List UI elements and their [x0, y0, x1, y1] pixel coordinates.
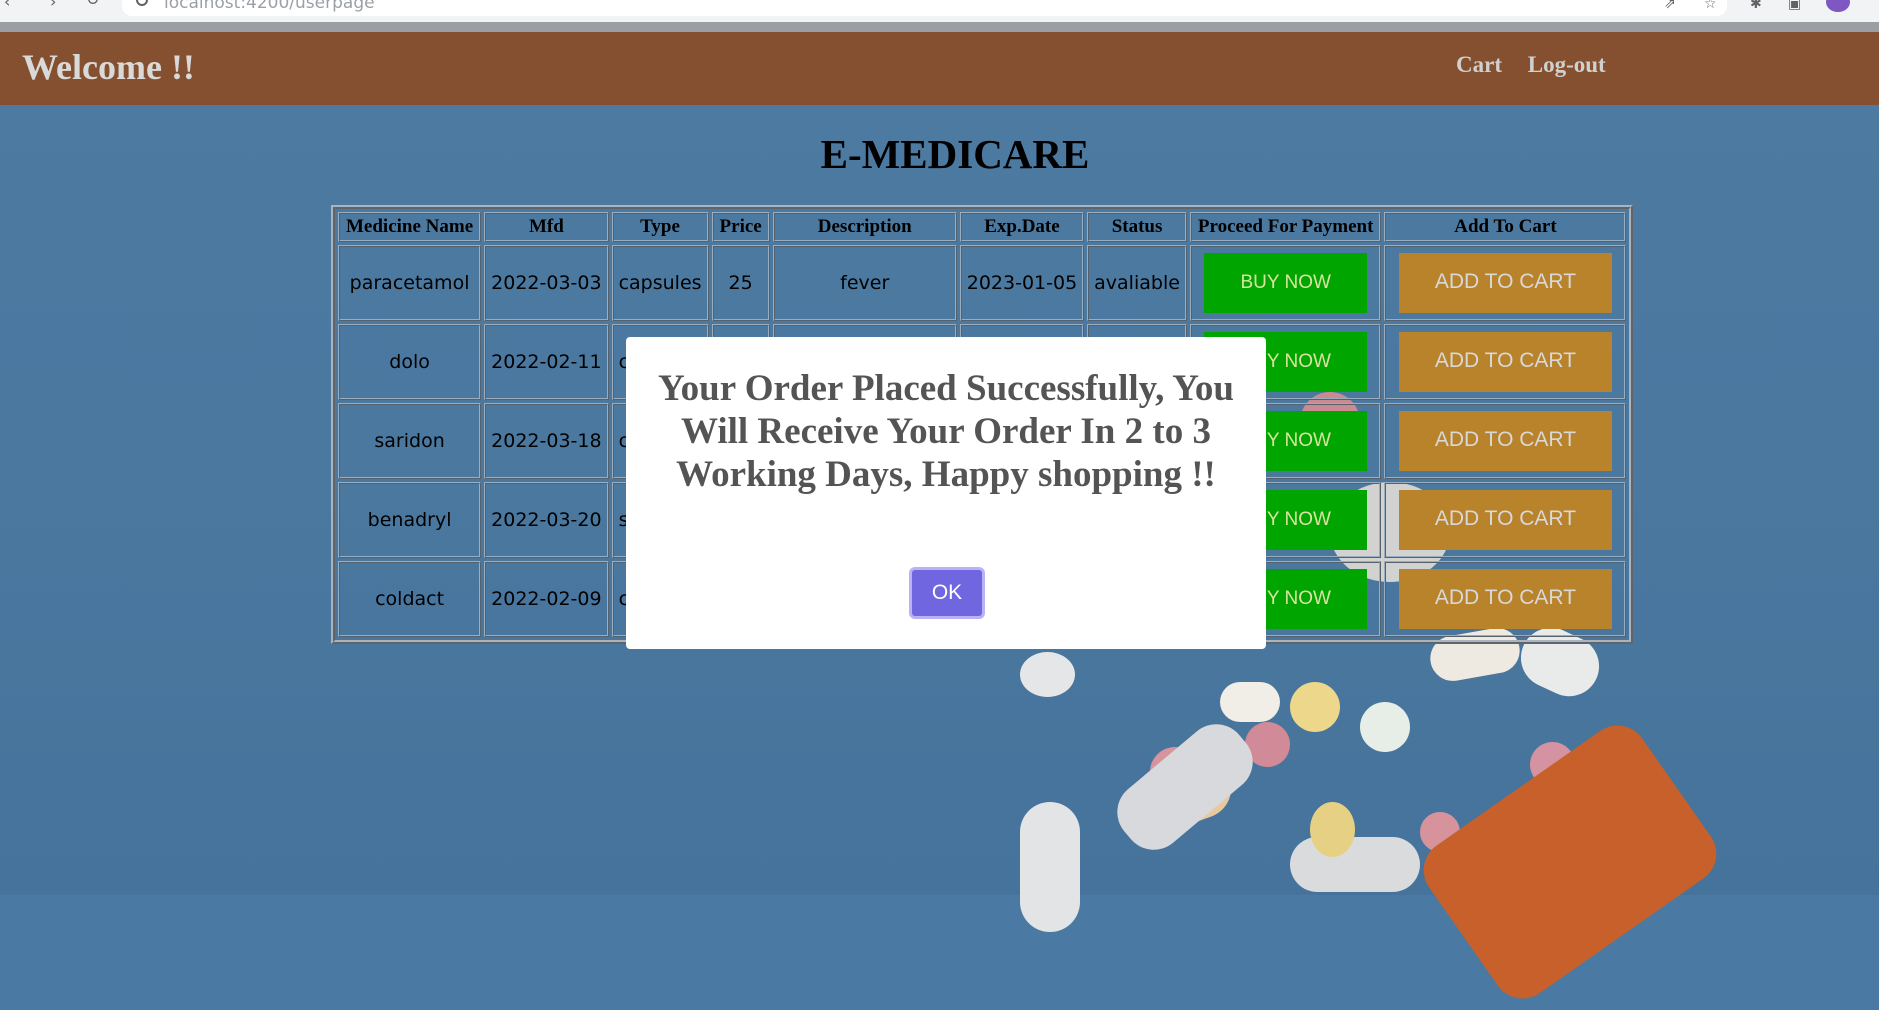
reload-icon[interactable]: ↻	[86, 0, 99, 8]
cell-mfd: 2022-03-18	[484, 403, 609, 479]
cell-name: dolo	[338, 324, 482, 400]
browser-divider	[0, 22, 1879, 32]
table-row: paracetamol 2022-03-03 capsules 25 fever…	[338, 245, 1627, 321]
top-nav-bar: Welcome !! Cart Log-out	[0, 32, 1879, 105]
add-to-cart-button[interactable]: ADD TO CART	[1398, 490, 1612, 550]
table-header-row: Medicine Name Mfd Type Price Description…	[338, 212, 1627, 242]
cell-mfd: 2022-03-20	[484, 482, 609, 558]
back-icon[interactable]: ‹	[4, 0, 10, 10]
cart-link[interactable]: Cart	[1456, 52, 1502, 77]
forward-icon[interactable]: ›	[50, 0, 56, 10]
cell-add: ADD TO CART	[1384, 245, 1627, 321]
cell-exp-date: 2023-01-05	[959, 245, 1085, 321]
cell-type: capsules	[611, 245, 709, 321]
header-mfd: Mfd	[484, 212, 609, 242]
cell-mfd: 2022-02-11	[484, 324, 609, 400]
header-status: Status	[1087, 212, 1187, 242]
header-price: Price	[711, 212, 770, 242]
cell-add: ADD TO CART	[1384, 561, 1627, 637]
cell-add: ADD TO CART	[1384, 403, 1627, 479]
add-to-cart-button[interactable]: ADD TO CART	[1398, 332, 1612, 392]
cell-name: paracetamol	[338, 245, 482, 321]
header-description: Description	[772, 212, 957, 242]
add-to-cart-button[interactable]: ADD TO CART	[1398, 569, 1612, 629]
site-info-icon[interactable]	[136, 0, 148, 6]
order-success-dialog: Your Order Placed Successfully, You Will…	[626, 337, 1266, 649]
cell-mfd: 2022-03-03	[484, 245, 609, 321]
bookmark-star-icon[interactable]: ☆	[1704, 0, 1717, 12]
profile-avatar[interactable]	[1826, 0, 1850, 12]
extensions-icon[interactable]: ✱	[1750, 0, 1762, 12]
cell-name: saridon	[338, 403, 482, 479]
cell-description: fever	[772, 245, 957, 321]
cell-status: avaliable	[1087, 245, 1187, 321]
side-panel-icon[interactable]: ▣	[1788, 0, 1801, 12]
address-bar[interactable]: localhost:4200/userpage ⇗ ☆	[122, 0, 1727, 16]
header-type: Type	[611, 212, 709, 242]
add-to-cart-button[interactable]: ADD TO CART	[1398, 253, 1612, 313]
share-icon[interactable]: ⇗	[1664, 0, 1676, 12]
page-title: E-MEDICARE	[820, 131, 1090, 177]
welcome-text: Welcome !!	[22, 47, 195, 87]
cell-name: coldact	[338, 561, 482, 637]
cell-mfd: 2022-02-09	[484, 561, 609, 637]
cell-add: ADD TO CART	[1384, 324, 1627, 400]
cell-buy: BUY NOW	[1189, 245, 1382, 321]
cell-name: benadryl	[338, 482, 482, 558]
cell-price: 25	[711, 245, 770, 321]
buy-now-button[interactable]: BUY NOW	[1204, 253, 1368, 313]
header-add-to-cart: Add To Cart	[1384, 212, 1627, 242]
ok-button[interactable]: OK	[909, 567, 985, 619]
url-text: localhost:4200/userpage	[164, 0, 375, 13]
nav-links: Cart Log-out	[1456, 52, 1626, 78]
header-medicine-name: Medicine Name	[338, 212, 482, 242]
cell-add: ADD TO CART	[1384, 482, 1627, 558]
header-exp-date: Exp.Date	[959, 212, 1085, 242]
header-proceed-payment: Proceed For Payment	[1189, 212, 1382, 242]
add-to-cart-button[interactable]: ADD TO CART	[1398, 411, 1612, 471]
dialog-message: Your Order Placed Successfully, You Will…	[658, 368, 1234, 495]
logout-link[interactable]: Log-out	[1528, 52, 1606, 77]
browser-toolbar: ‹ › ↻ localhost:4200/userpage ⇗ ☆ ✱ ▣	[0, 0, 1879, 22]
